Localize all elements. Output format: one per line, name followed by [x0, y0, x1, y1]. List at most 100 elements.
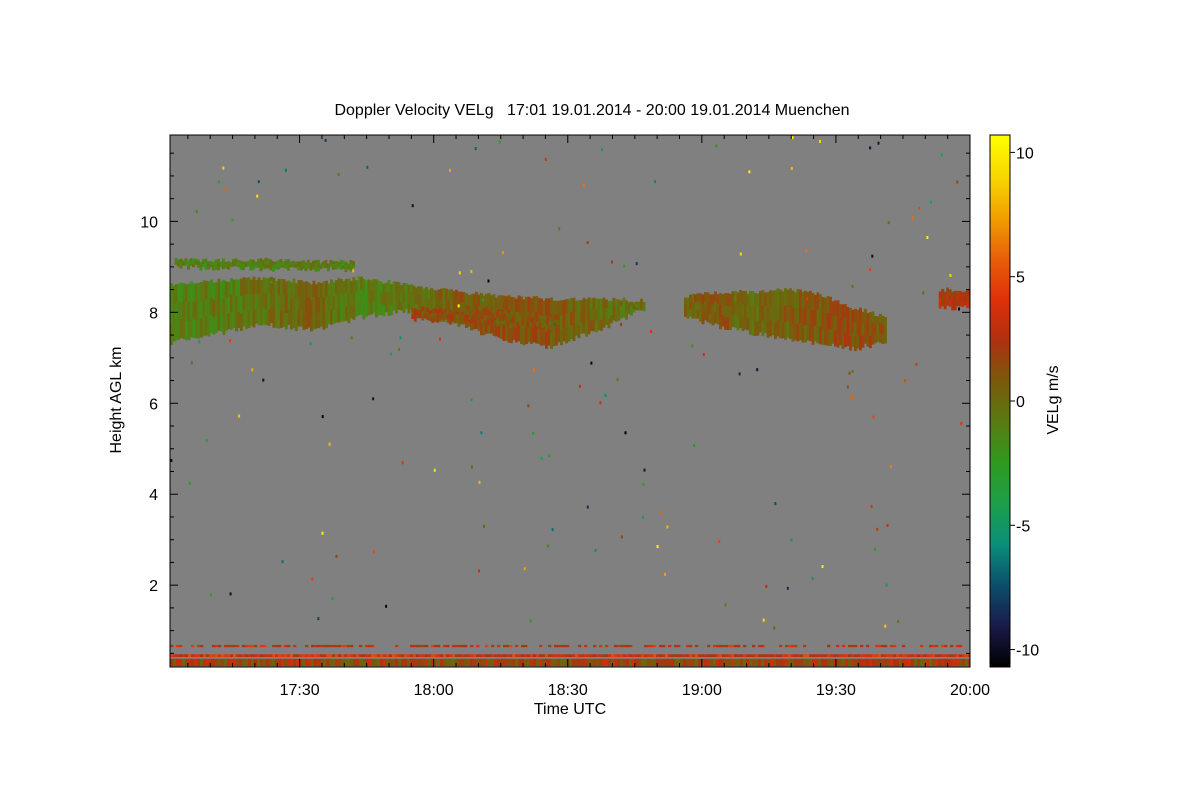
surface-cell-2: [359, 644, 363, 648]
cloud-cell-3: [458, 311, 462, 317]
cloud-cell-0: [605, 316, 608, 325]
cloud-cell-2: [332, 261, 335, 265]
surface-cell-1: [542, 654, 546, 657]
speckle: [762, 618, 765, 622]
surface-cell-1: [962, 654, 966, 657]
cloud-cell-0: [330, 294, 333, 310]
surface-cell-0: [389, 658, 393, 667]
surface-cell-2: [311, 644, 315, 648]
cloud-cell-1: [709, 313, 712, 324]
surface-cell-1: [839, 654, 843, 657]
cloud-cell-1: [879, 332, 882, 343]
cloud-cell-0: [315, 284, 318, 300]
cloud-cell-2: [204, 262, 208, 267]
cloud-cell-1: [884, 317, 887, 327]
surface-cell-0: [668, 658, 672, 667]
surface-cell-0: [233, 658, 237, 667]
surface-cell-1: [578, 654, 582, 657]
cloud-cell-2: [279, 264, 283, 268]
surface-cell-1: [488, 654, 492, 657]
speckle: [620, 322, 622, 326]
surface-cell-2: [827, 644, 831, 648]
cloud-cell-0: [540, 329, 543, 346]
cloud-cell-2: [199, 267, 203, 271]
cloud-cell-4: [966, 301, 970, 309]
cloud-cell-0: [290, 298, 293, 314]
surface-cell-1: [299, 654, 303, 657]
surface-cell-0: [173, 658, 177, 667]
surface-cell-0: [548, 658, 552, 667]
cloud-cell-0: [592, 319, 596, 332]
cloud-cell-3: [446, 318, 450, 323]
cloud-cell-0: [362, 278, 366, 293]
surface-cell-0: [515, 658, 519, 667]
surface-cell-2: [737, 644, 741, 648]
surface-cell-1: [869, 654, 873, 657]
surface-cell-0: [293, 658, 297, 667]
cloud-cell-0: [610, 315, 613, 324]
surface-cell-0: [377, 658, 381, 667]
speckle: [846, 385, 849, 389]
cloud-cell-1: [759, 291, 762, 306]
cloud-cell-0: [245, 295, 248, 313]
cloud-cell-0: [525, 328, 528, 345]
cloud-cell-0: [327, 310, 331, 325]
cloud-cell-2: [302, 265, 305, 269]
surface-cell-1: [806, 654, 810, 657]
cloud-cell-1: [741, 291, 745, 305]
surface-cell-1: [560, 654, 564, 657]
surface-cell-0: [776, 658, 780, 667]
speckle: [903, 379, 906, 383]
cloud-cell-1: [804, 324, 807, 343]
cloud-cell-0: [200, 300, 203, 320]
cloud-cell-1: [819, 310, 822, 328]
cloud-cell-1: [699, 293, 702, 303]
surface-cell-2: [245, 644, 249, 648]
cloud-cell-0: [390, 284, 393, 295]
surface-cell-1: [818, 654, 822, 657]
cloud-cell-3: [551, 325, 555, 331]
surface-cell-2: [728, 644, 732, 648]
cloud-cell-0: [242, 309, 246, 327]
cloud-cell-0: [302, 313, 306, 330]
cloud-cell-0: [387, 303, 391, 316]
surface-cell-2: [272, 644, 276, 648]
cloud-cell-0: [262, 308, 266, 325]
surface-cell-2: [242, 644, 246, 648]
cloud-cell-2: [302, 263, 305, 267]
surface-cell-0: [653, 658, 657, 667]
surface-cell-1: [884, 654, 888, 657]
surface-cell-1: [749, 654, 753, 657]
surface-cell-2: [944, 644, 948, 648]
y-tick-label: 10: [140, 214, 158, 231]
cloud-cell-3: [513, 311, 517, 317]
cloud-cell-0: [572, 326, 576, 341]
cloud-cell-3: [556, 314, 560, 321]
surface-cell-1: [548, 654, 552, 657]
surface-cell-1: [917, 654, 921, 657]
cloud-cell-1: [834, 315, 837, 332]
surface-cell-1: [281, 654, 285, 657]
cloud-cell-1: [771, 305, 775, 321]
surface-cell-0: [581, 658, 585, 667]
cloud-cell-3: [456, 318, 460, 323]
surface-cell-0: [518, 658, 522, 667]
surface-cell-2: [443, 644, 447, 648]
cloud-cell-0: [597, 298, 601, 310]
cloud-cell-0: [180, 319, 183, 338]
surface-cell-0: [284, 658, 288, 667]
surface-cell-1: [353, 654, 357, 657]
cloud-cell-1: [751, 320, 755, 336]
speckle: [656, 545, 659, 549]
surface-cell-0: [416, 658, 420, 667]
cloud-cell-0: [415, 295, 418, 305]
cloud-cell-2: [262, 262, 265, 267]
cloud-cell-0: [235, 296, 238, 315]
speckle: [458, 271, 461, 275]
cloud-cell-0: [397, 300, 401, 310]
cloud-cell-4: [956, 300, 960, 307]
surface-cell-1: [326, 654, 330, 657]
surface-cell-1: [197, 654, 201, 657]
surface-cell-0: [686, 658, 690, 667]
surface-cell-2: [860, 644, 864, 648]
